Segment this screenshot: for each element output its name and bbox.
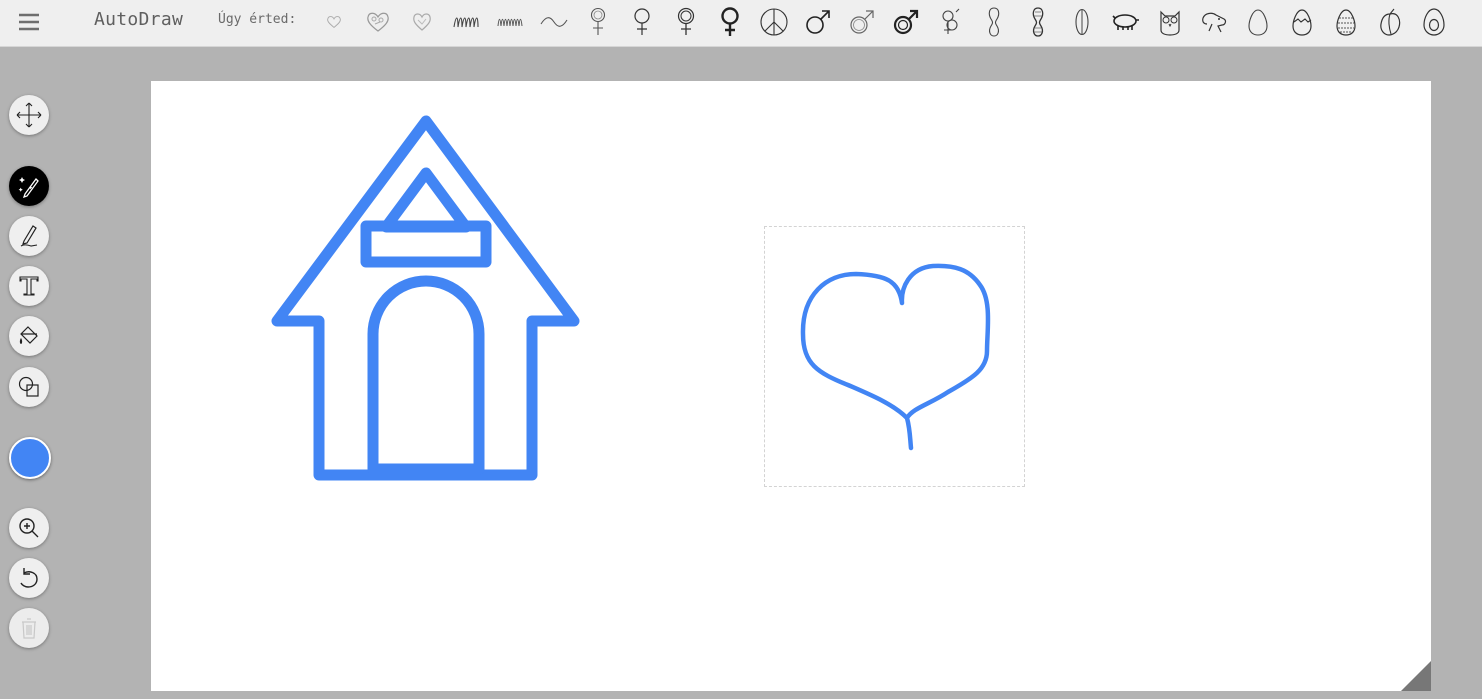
- heart-doodle-icon[interactable]: [358, 4, 398, 40]
- heart-layer: [800, 263, 991, 451]
- coil-spring-icon[interactable]: [446, 4, 486, 40]
- type-tool-button[interactable]: [9, 266, 49, 306]
- peace-sign-icon[interactable]: [754, 4, 794, 40]
- heart-sketch-icon[interactable]: [402, 4, 442, 40]
- app-title: AutoDraw: [94, 9, 184, 30]
- easter-egg-icon[interactable]: [1326, 4, 1366, 40]
- text-t-icon: [19, 276, 39, 296]
- venus-ring-icon[interactable]: [666, 4, 706, 40]
- zigzag-spring-icon[interactable]: [490, 4, 530, 40]
- egg-icon[interactable]: [1238, 4, 1278, 40]
- seed-icon[interactable]: [1062, 4, 1102, 40]
- heart-doodle-drawing[interactable]: [800, 263, 991, 451]
- magic-pencil-icon: [18, 177, 39, 198]
- peanut-icon[interactable]: [974, 4, 1014, 40]
- undo-button[interactable]: [9, 558, 49, 598]
- top-bar: AutoDraw Úgy érted:: [0, 0, 1482, 47]
- venus-bold-icon[interactable]: [710, 4, 750, 40]
- drawing-canvas[interactable]: [151, 81, 1431, 691]
- venus-cross-icon[interactable]: [578, 4, 618, 40]
- draw-tool-button[interactable]: [9, 216, 49, 256]
- mars-icon[interactable]: [798, 4, 838, 40]
- intertwined-symbol-icon[interactable]: [930, 4, 970, 40]
- paint-bucket-icon: [19, 326, 38, 344]
- shape-tool-button[interactable]: [9, 367, 49, 407]
- wave-line-icon[interactable]: [534, 4, 574, 40]
- avocado-icon[interactable]: [1414, 4, 1454, 40]
- venus-icon[interactable]: [622, 4, 662, 40]
- color-picker-button[interactable]: [9, 437, 51, 479]
- delete-button[interactable]: [9, 608, 49, 648]
- zoom-in-icon: [19, 518, 39, 538]
- peanut-shell-icon[interactable]: [1018, 4, 1058, 40]
- suggestions-label: Úgy érted:: [218, 12, 297, 27]
- undo-icon: [20, 568, 38, 588]
- dog-icon[interactable]: [1194, 4, 1234, 40]
- canvas-resize-corner[interactable]: [1401, 661, 1431, 691]
- heart-outline-icon[interactable]: [314, 4, 354, 40]
- autodraw-tool-button[interactable]: [9, 166, 49, 206]
- move-tool-button[interactable]: [9, 95, 49, 135]
- mars-bold-icon[interactable]: [886, 4, 926, 40]
- owl-icon[interactable]: [1150, 4, 1190, 40]
- pencil-icon: [20, 225, 38, 247]
- hamburger-menu-icon[interactable]: [17, 10, 41, 34]
- pig-icon[interactable]: [1106, 4, 1146, 40]
- peach-icon[interactable]: [1370, 4, 1410, 40]
- fill-tool-button[interactable]: [9, 316, 49, 356]
- trash-icon: [22, 618, 36, 639]
- move-arrows-icon: [16, 102, 42, 128]
- zoom-button[interactable]: [9, 508, 49, 548]
- mars-outline-icon[interactable]: [842, 4, 882, 40]
- hatching-egg-icon[interactable]: [1282, 4, 1322, 40]
- shapes-icon: [18, 376, 39, 397]
